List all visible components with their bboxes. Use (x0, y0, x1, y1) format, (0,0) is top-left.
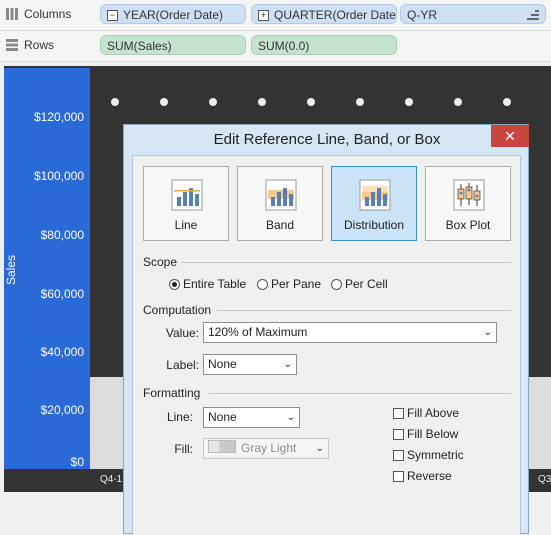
data-point[interactable] (454, 98, 462, 106)
radio-selected-icon (169, 278, 180, 290)
fill-above-checkbox[interactable]: Fill Above (393, 406, 459, 420)
rows-label: Rows (24, 38, 55, 52)
fill-select[interactable]: Gray Light ⌄ (203, 438, 329, 459)
reverse-checkbox[interactable]: Reverse (393, 469, 452, 483)
line-format-select[interactable]: None ⌄ (203, 407, 300, 428)
pill-quarter-order-date[interactable]: + QUARTER(Order Date) (251, 4, 397, 24)
dialog-content: Line Band Distribution Box Plot Scope En… (132, 155, 521, 535)
fill-swatch (208, 440, 236, 453)
x-tick: Q4-1 (100, 474, 123, 485)
pill-sum-zero[interactable]: SUM(0.0) (251, 35, 397, 55)
rows-icon (6, 39, 18, 51)
computation-heading: Computation (143, 303, 212, 317)
rows-shelf-label: Rows (6, 38, 54, 52)
y-tick: $80,000 (40, 228, 84, 242)
y-tick: $20,000 (40, 403, 84, 417)
type-distribution-button[interactable]: Distribution (331, 166, 417, 241)
data-point[interactable] (111, 98, 119, 106)
y-axis-title: Sales (4, 254, 18, 285)
edit-reference-dialog: Edit Reference Line, Band, or Box ✕ Line… (123, 124, 529, 535)
chevron-down-icon: ⌄ (283, 359, 292, 370)
checkbox-icon (393, 470, 404, 482)
line-format-label: Line: (166, 410, 193, 424)
chevron-down-icon: ⌄ (315, 443, 324, 454)
x-tick: Q3 (538, 474, 551, 485)
data-point[interactable] (160, 98, 168, 106)
type-band-button[interactable]: Band (237, 166, 323, 241)
band-chart-icon (265, 179, 297, 211)
value-select[interactable]: 120% of Maximum ⌄ (203, 322, 497, 343)
line-chart-icon (171, 179, 203, 211)
y-tick: $40,000 (40, 345, 84, 359)
chevron-down-icon: ⌄ (286, 412, 295, 423)
columns-icon (6, 8, 18, 20)
data-point[interactable] (405, 98, 413, 106)
checkbox-icon (393, 449, 404, 461)
data-point[interactable] (307, 98, 315, 106)
rows-shelf: Rows SUM(Sales) SUM(0.0) (0, 31, 551, 62)
type-line-button[interactable]: Line (143, 166, 229, 241)
data-point[interactable] (209, 98, 217, 106)
formatting-divider (209, 393, 511, 394)
symmetric-checkbox[interactable]: Symmetric (393, 448, 464, 462)
formatting-heading: Formatting (143, 386, 201, 400)
scope-per-pane-radio[interactable]: Per Pane (257, 277, 321, 291)
label-label: Label: (166, 358, 199, 372)
y-tick: $120,000 (33, 110, 84, 124)
type-band-label: Band (265, 218, 295, 232)
fill-below-checkbox[interactable]: Fill Below (393, 427, 458, 441)
scope-per-cell-radio[interactable]: Per Cell (331, 277, 388, 291)
columns-shelf-label: Columns (6, 7, 71, 21)
scope-entire-table-radio[interactable]: Entire Table (169, 277, 246, 291)
columns-label: Columns (24, 7, 72, 21)
collapse-icon[interactable]: − (107, 10, 118, 21)
pill-year-order-date[interactable]: − YEAR(Order Date) (100, 4, 246, 24)
data-point[interactable] (503, 98, 511, 106)
value-label: Value: (165, 326, 199, 340)
scope-heading: Scope (143, 255, 178, 269)
checkbox-icon (393, 428, 404, 440)
fill-label: Fill: (174, 442, 193, 456)
close-button[interactable]: ✕ (491, 125, 529, 147)
type-box-plot-button[interactable]: Box Plot (425, 166, 511, 241)
y-tick: $60,000 (40, 287, 84, 301)
type-box-plot-label: Box Plot (445, 218, 491, 232)
pill-q-yr[interactable]: Q-YR (400, 4, 546, 24)
radio-icon (257, 278, 268, 290)
y-tick: $100,000 (33, 169, 84, 183)
checkbox-icon (393, 407, 404, 419)
chevron-down-icon: ⌄ (483, 327, 492, 338)
type-line-label: Line (174, 218, 198, 232)
sort-icon[interactable] (527, 9, 539, 21)
scope-divider (181, 262, 511, 263)
type-distribution-label: Distribution (343, 218, 405, 232)
pill-sum-sales[interactable]: SUM(Sales) (100, 35, 246, 55)
box-plot-icon (453, 179, 485, 211)
y-tick: $0 (70, 455, 84, 469)
columns-shelf: Columns − YEAR(Order Date) + QUARTER(Order… (0, 0, 551, 31)
data-point[interactable] (258, 98, 266, 106)
dialog-title: Edit Reference Line, Band, or Box (213, 131, 441, 148)
computation-divider (217, 310, 511, 311)
expand-icon[interactable]: + (258, 10, 269, 21)
radio-icon (331, 278, 342, 290)
distribution-chart-icon (359, 179, 391, 211)
label-select[interactable]: None ⌄ (203, 354, 297, 375)
data-point[interactable] (356, 98, 364, 106)
